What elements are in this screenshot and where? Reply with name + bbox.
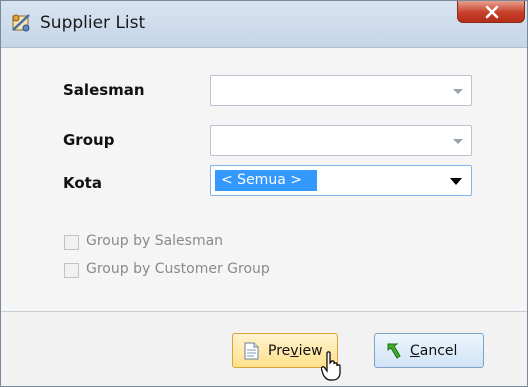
kota-combo[interactable]: < Semua >	[210, 165, 472, 196]
salesman-combo[interactable]	[210, 75, 472, 106]
group-by-salesman-label: Group by Salesman	[86, 233, 224, 249]
kota-value: < Semua >	[215, 170, 317, 191]
supplier-list-dialog: Supplier List Salesman Group Kota < Semu…	[0, 0, 528, 387]
document-icon	[242, 341, 262, 361]
cancel-label: Cancel	[410, 343, 458, 359]
title-bar[interactable]: Supplier List	[1, 1, 527, 48]
group-label: Group	[63, 131, 115, 149]
preview-label: Preview	[268, 343, 323, 359]
green-arrow-icon	[384, 341, 404, 361]
checkbox-box[interactable]	[64, 263, 79, 278]
hand-cursor-icon	[321, 351, 341, 381]
checkbox-box[interactable]	[64, 235, 79, 250]
chevron-down-icon[interactable]	[453, 139, 463, 144]
cancel-button[interactable]: Cancel	[374, 333, 484, 368]
chevron-down-icon[interactable]	[453, 89, 463, 94]
report-settings-icon	[10, 12, 32, 34]
salesman-label: Salesman	[63, 81, 145, 99]
kota-label: Kota	[63, 174, 102, 192]
group-combo[interactable]	[210, 125, 472, 156]
window-title: Supplier List	[40, 13, 146, 33]
close-button[interactable]	[457, 1, 525, 23]
chevron-down-icon[interactable]	[450, 178, 462, 185]
group-by-customer-group-label: Group by Customer Group	[86, 261, 270, 277]
close-icon	[485, 5, 499, 19]
